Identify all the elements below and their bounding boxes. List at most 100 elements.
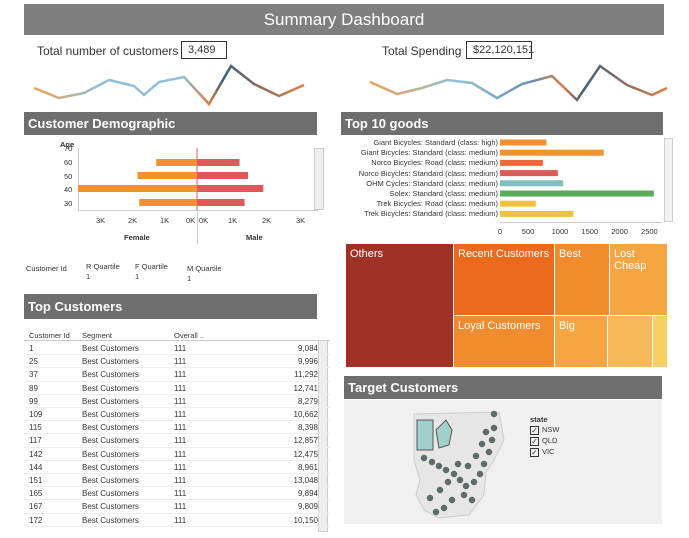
treemap-lost-cheap[interactable]: Lost Cheap [610,244,668,316]
male-bar[interactable] [197,172,248,179]
goods-bar[interactable] [500,159,543,166]
customer-id-cell: 89 [29,383,38,393]
customer-id-cell: 142 [29,449,43,459]
female-tick: 0K [186,216,196,225]
spending-cell: 8,398 [297,423,318,433]
female-bar[interactable] [78,185,197,192]
segment-cell: Best Customers [82,357,139,367]
goods-bar[interactable] [500,149,604,156]
goods-bar[interactable] [500,200,536,207]
treemap-best-label: Best [559,248,582,260]
treemap-best[interactable]: Best [555,244,610,316]
goods-category-label: Giant Bicycles: Standard (class: high) [373,138,498,147]
female-tick: 2K [128,216,138,225]
table-row[interactable]: 115 Best Customers 111 8,398 [24,421,330,435]
table-row[interactable]: 117 Best Customers 111 12,857 [24,434,330,448]
overall-cell: 111 [174,396,187,406]
male-bar[interactable] [197,185,264,192]
pyramid-axis [78,210,318,245]
table-row[interactable]: 142 Best Customers 111 12,475 [24,448,330,461]
r-quartile-value: 1 [86,272,91,281]
segment-cell: Best Customers [82,436,139,446]
col-header-customer-id[interactable]: Customer Id [29,331,70,340]
spending-cell: 8,961 [297,462,318,472]
segment-cell: Best Customers [82,344,139,353]
goods-category-label: Giant Bicycles: Standard (class: medium) [360,148,498,158]
table-row[interactable]: 151 Best Customers 111 13,048 [24,474,330,488]
legend-item-vic[interactable]: ✓ VIC [530,447,555,457]
legend-label: NSW [542,425,560,434]
table-row[interactable]: 165 Best Customers 111 9,894 [24,487,330,501]
age-tick: 50 [64,172,73,181]
f-quartile-value: 1 [135,272,140,281]
goods-tick-label: 2500 [641,227,658,236]
spending-label: Total Spending [382,44,462,58]
overall-cell: 111 [174,370,187,380]
pyramid-scrollbar[interactable] [314,148,324,210]
goods-bar[interactable] [500,170,558,177]
table-row[interactable]: 172 Best Customers 111 10,150 [24,514,330,527]
goods-header: Top 10 goods [341,112,663,135]
table-row[interactable]: 109 Best Customers 111 10,662 [24,408,330,422]
female-bar[interactable] [139,199,197,206]
female-label: Female [124,233,150,242]
treemap-others[interactable]: Others [346,244,454,368]
male-tick: 0K [199,216,209,225]
customer-id-cell: 25 [29,357,38,367]
checkbox-icon[interactable]: ✓ [530,436,539,446]
female-bar[interactable] [137,172,198,179]
map-legend-title: state [530,415,548,424]
col-header-overall[interactable]: Overall .. [174,331,204,340]
goods-bar[interactable] [500,180,564,187]
table-row[interactable]: 25 Best Customers 111 9,996 [24,355,330,369]
overall-cell: 111 [174,436,187,446]
female-bar[interactable] [156,159,197,166]
goods-axis [500,222,662,223]
treemap-big-label: Big [559,320,575,332]
treemap-recent[interactable]: Recent Customers [454,244,555,316]
spending-cell: 12,741 [293,383,318,393]
overall-cell: 111 [174,423,187,433]
target-map[interactable] [344,400,662,524]
customer-id-cell: 165 [29,489,43,499]
male-bar[interactable] [197,199,245,206]
overall-cell: 111 [174,344,187,353]
goods-tick-label: 1500 [581,227,599,236]
map-region[interactable] [416,419,434,451]
overall-cell: 111 [174,383,187,393]
treemap-loyal[interactable]: Loyal Customers [454,316,555,368]
treemap-segment[interactable] [608,316,653,368]
checkbox-icon[interactable]: ✓ [530,425,539,435]
male-tick: 2K [262,216,272,225]
segment-cell: Best Customers [82,423,139,433]
customer-id-cell: 37 [29,370,38,380]
table-row[interactable]: 89 Best Customers 111 12,741 [24,382,330,395]
spending-cell: 8,279 [297,396,318,406]
customer-id-label: Customer Id [26,264,67,273]
treemap-segment[interactable] [653,316,668,368]
col-header-segment[interactable]: Segment [82,331,112,340]
f-quartile-label: F Quartile [135,262,168,271]
checkbox-icon[interactable]: ✓ [530,447,539,457]
goods-tick-label: 2000 [611,227,628,236]
goods-bar[interactable] [500,139,547,146]
table-row[interactable]: 1 Best Customers 111 9,084 [24,342,330,356]
table-row[interactable]: 167 Best Customers 111 9,809 [24,500,330,514]
legend-item-nsw[interactable]: ✓ NSW [530,425,560,435]
overall-cell: 111 [174,489,187,499]
spending-cell: 13,048 [293,476,318,485]
legend-item-qld[interactable]: ✓ QLD [530,436,557,446]
customers-count-label: Total number of customers [37,44,179,58]
table-row[interactable]: 37 Best Customers 111 11,292 [24,368,330,382]
male-bar[interactable] [197,159,240,166]
segment-cell: Best Customers [82,383,139,393]
spending-cell: 12,857 [293,436,318,446]
customers-sparkline [33,64,305,107]
goods-scrollbar[interactable] [664,138,673,222]
goods-bar[interactable] [500,210,574,217]
customer-id-cell: 99 [29,396,38,406]
table-row[interactable]: 144 Best Customers 111 8,961 [24,461,330,474]
treemap-big[interactable]: Big [555,316,608,368]
table-row[interactable]: 99 Best Customers 111 8,279 [24,395,330,408]
goods-bar[interactable] [500,190,654,197]
